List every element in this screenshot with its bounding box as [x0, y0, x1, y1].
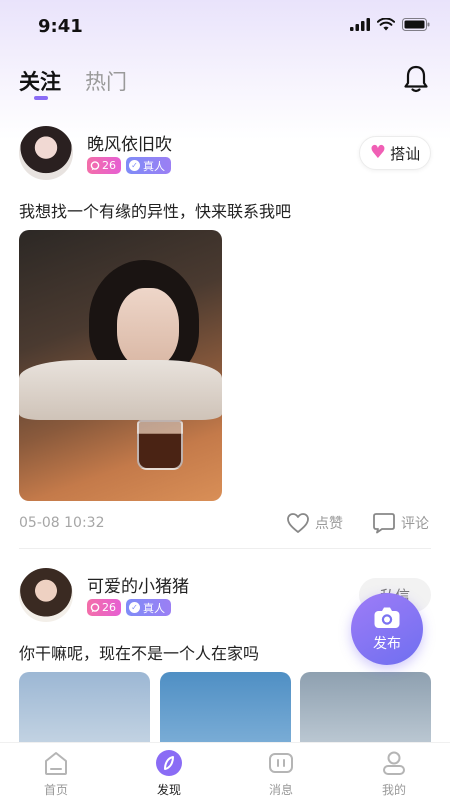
comment-icon	[373, 513, 395, 534]
like-label: 点赞	[315, 516, 343, 532]
signal-icon	[350, 18, 370, 31]
heart-outline-icon	[287, 513, 309, 533]
chat-bubble-icon	[90, 160, 100, 170]
tabbar-item-messages[interactable]: 消息	[241, 749, 321, 798]
tabbar-label: 首页	[43, 783, 68, 797]
tabbar-label: 消息	[268, 783, 293, 797]
verified-label: 真人	[143, 159, 165, 173]
active-tab-indicator	[34, 96, 48, 100]
tab-trending[interactable]: 热门	[85, 66, 127, 96]
post-meta: 05-08 10:32 点赞 评论	[0, 510, 450, 540]
tab-following[interactable]: 关注	[19, 66, 61, 96]
avatar[interactable]	[19, 126, 73, 180]
avatar[interactable]	[19, 568, 73, 622]
heart-icon: ♥	[369, 142, 387, 163]
status-time: 9:41	[38, 16, 83, 37]
post-photo[interactable]	[300, 672, 431, 752]
wifi-icon	[377, 18, 395, 31]
profile-icon	[383, 751, 405, 775]
level-badge: 26	[87, 599, 121, 616]
tabbar-item-discover[interactable]: 发现	[129, 749, 209, 798]
post-username[interactable]: 晚风依旧吹	[87, 130, 172, 155]
post-divider	[19, 548, 431, 549]
message-icon	[269, 753, 293, 773]
status-bar: 9:41	[0, 0, 450, 54]
like-button[interactable]: 点赞	[286, 512, 343, 534]
verified-badge: ✓ 真人	[126, 157, 171, 174]
verified-badge: ✓ 真人	[126, 599, 171, 616]
post-photo[interactable]	[19, 672, 150, 752]
greet-button-label: 搭讪	[390, 144, 421, 163]
chat-bubble-icon	[90, 602, 100, 612]
camera-icon	[374, 607, 400, 628]
verified-label: 真人	[143, 601, 165, 615]
post-text: 你干嘛呢，现在不是一个人在家吗	[19, 644, 260, 663]
discover-icon	[156, 750, 182, 776]
home-icon	[45, 752, 67, 775]
user-badges: 26 ✓ 真人	[87, 157, 171, 174]
bell-icon[interactable]	[402, 64, 430, 94]
top-nav: 关注 热门	[0, 60, 450, 110]
tabbar-label: 我的	[381, 783, 406, 797]
greet-button[interactable]: ♥ 搭讪	[359, 136, 431, 170]
status-icons	[350, 18, 430, 31]
verified-check-icon: ✓	[129, 602, 140, 613]
bottom-tab-bar: 首页 发现 消息 我的	[0, 742, 450, 800]
comment-button[interactable]: 评论	[372, 512, 429, 534]
user-badges: 26 ✓ 真人	[87, 599, 171, 616]
post-photo[interactable]	[19, 230, 222, 501]
post-text: 我想找一个有缘的异性，快来联系我吧	[19, 202, 292, 221]
tabbar-item-profile[interactable]: 我的	[354, 749, 434, 798]
tabbar-item-home[interactable]: 首页	[16, 749, 96, 798]
level-badge: 26	[87, 157, 121, 174]
post-timestamp: 05-08 10:32	[19, 515, 105, 531]
comment-label: 评论	[401, 516, 429, 532]
tabbar-label: 发现	[156, 783, 181, 797]
level-value: 26	[102, 601, 116, 614]
level-value: 26	[102, 159, 116, 172]
battery-icon	[402, 18, 430, 31]
post-photo[interactable]	[160, 672, 291, 752]
verified-check-icon: ✓	[129, 160, 140, 171]
publish-button[interactable]: 发布	[351, 593, 423, 665]
post-username[interactable]: 可爱的小猪猪	[87, 572, 189, 597]
publish-label: 发布	[373, 635, 401, 652]
